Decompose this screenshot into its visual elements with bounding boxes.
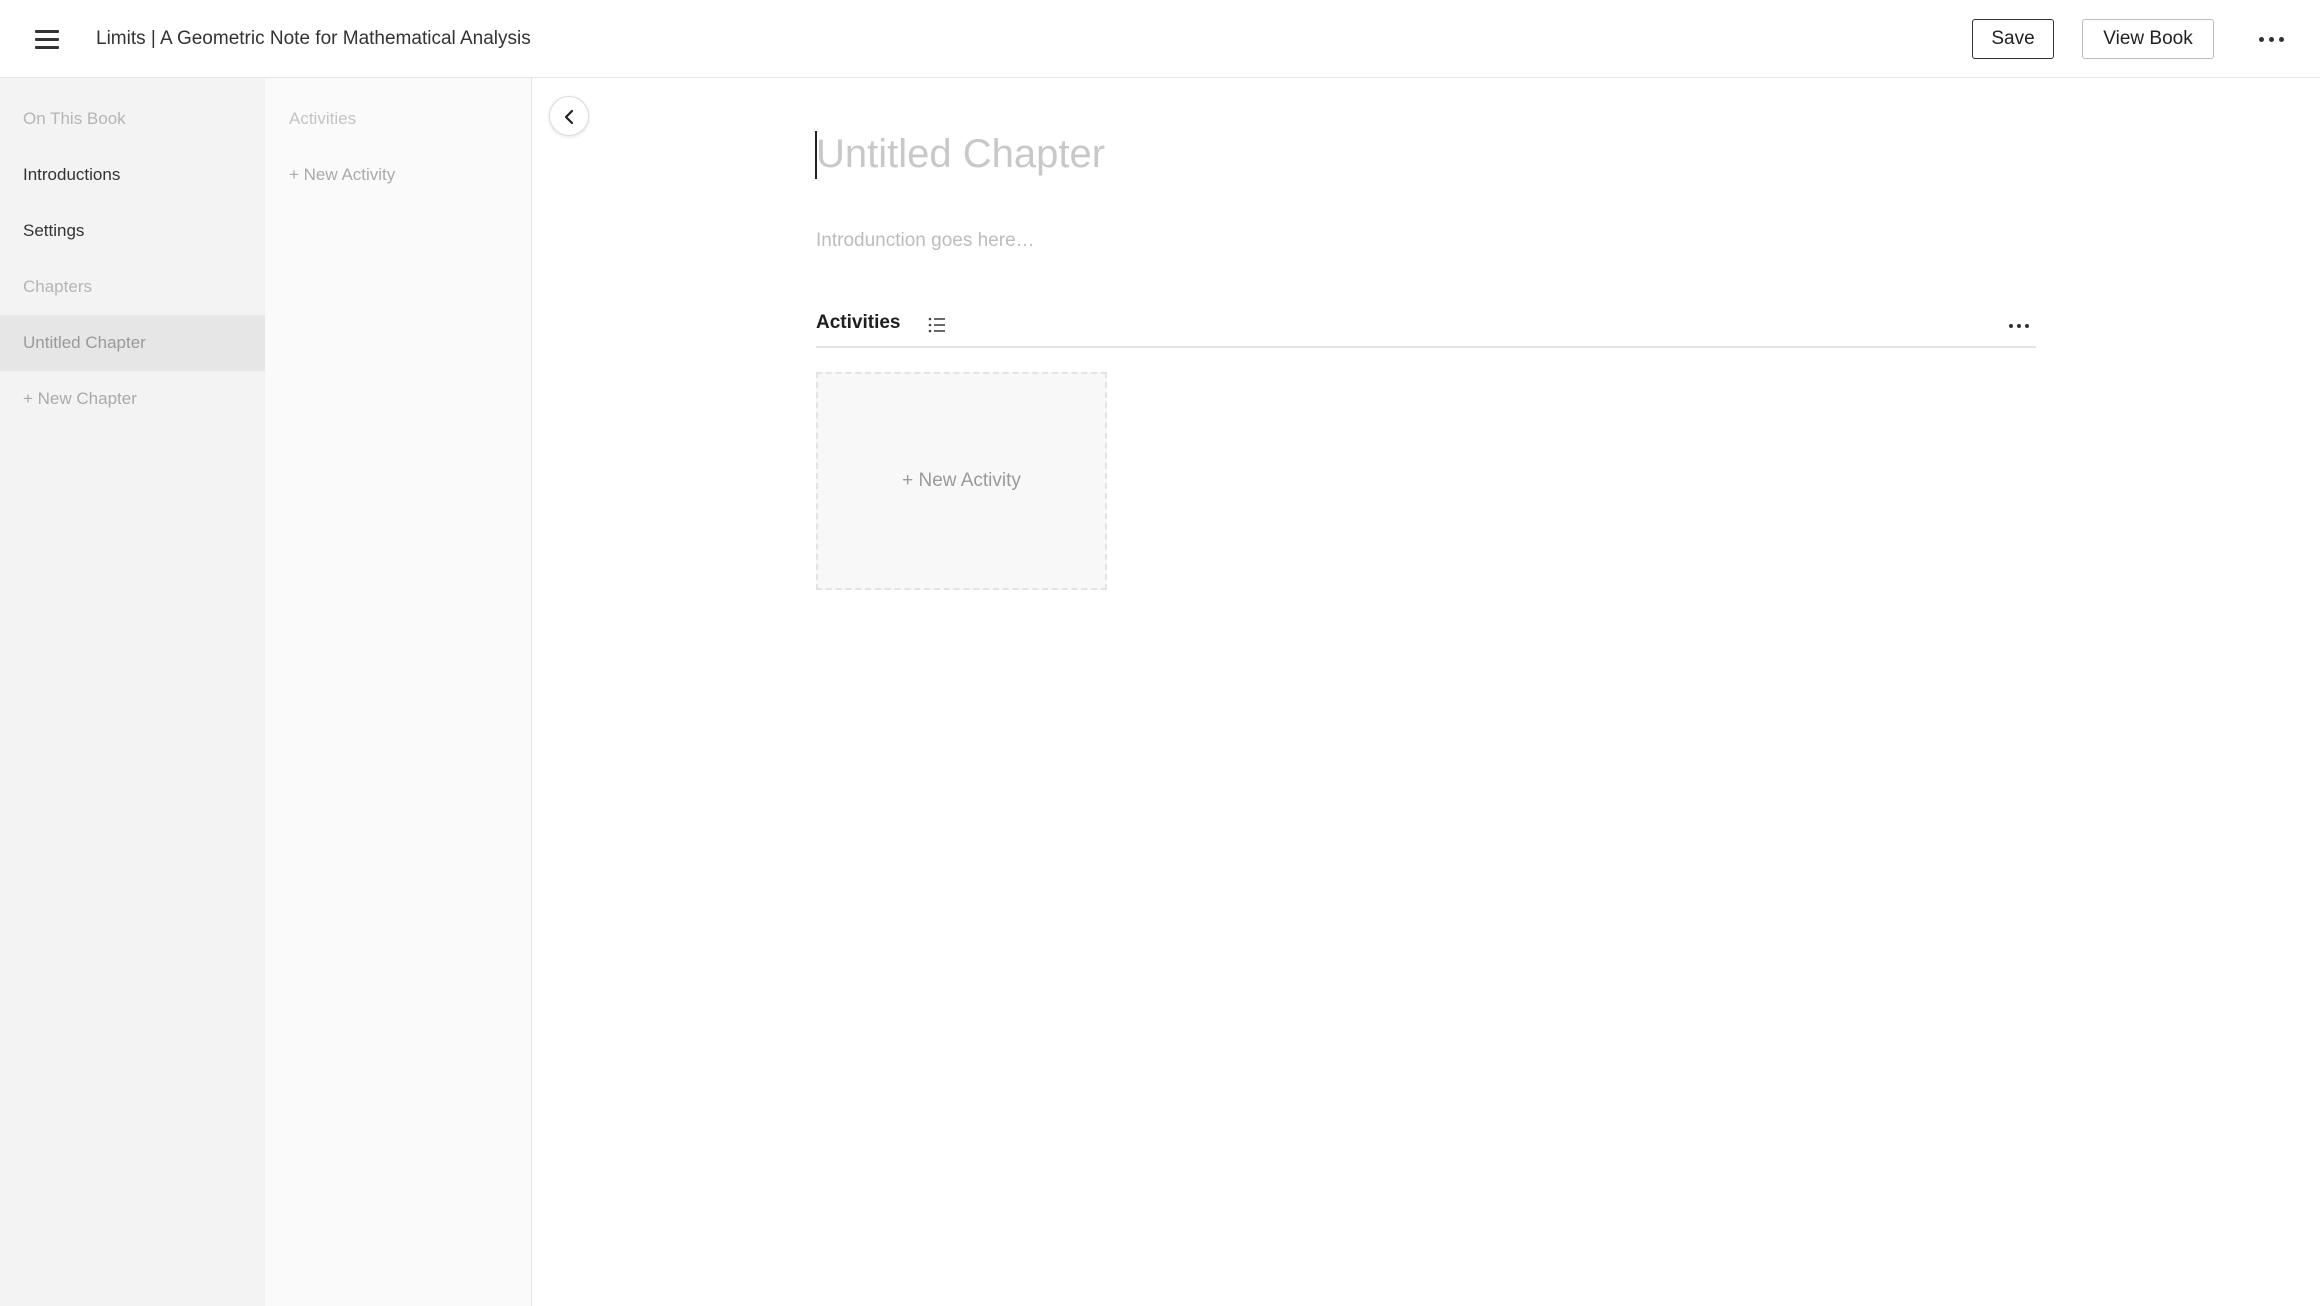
activities-more-icon[interactable] — [2004, 316, 2034, 336]
activities-heading: Activities — [816, 312, 901, 333]
list-icon[interactable] — [926, 314, 948, 336]
sidebar-item-settings[interactable]: Settings — [0, 203, 265, 259]
section-heading-on-this-book: On This Book — [23, 109, 126, 128]
section-heading-chapters: Chapters — [23, 277, 92, 296]
activities-section-header: Activities — [816, 306, 2036, 348]
activities-panel-heading: Activities — [289, 109, 357, 128]
hamburger-menu-icon[interactable] — [30, 22, 64, 56]
book-title: Limits | A Geometric Note for Mathematic… — [96, 28, 531, 49]
new-chapter-link[interactable]: + New Chapter — [0, 371, 265, 427]
new-activity-card[interactable]: + New Activity — [816, 372, 1107, 590]
chevron-left-icon — [564, 109, 574, 125]
more-options-icon[interactable] — [2254, 29, 2290, 49]
new-activity-link[interactable]: + New Activity — [265, 147, 531, 203]
top-bar: Limits | A Geometric Note for Mathematic… — [0, 0, 2320, 78]
collapse-sidebar-button[interactable] — [549, 96, 589, 136]
save-button[interactable]: Save — [1972, 19, 2054, 59]
chapter-title-input[interactable] — [816, 124, 2036, 184]
book-sidebar: On This Book Introductions Settings Chap… — [0, 78, 265, 1306]
view-book-button[interactable]: View Book — [2082, 19, 2214, 59]
sidebar-item-untitled-chapter[interactable]: Untitled Chapter — [0, 315, 265, 371]
activities-sidebar: Activities + New Activity — [265, 78, 532, 1306]
sidebar-item-introductions[interactable]: Introductions — [0, 147, 265, 203]
introduction-input[interactable] — [816, 226, 2036, 256]
new-activity-card-label: + New Activity — [902, 470, 1021, 491]
